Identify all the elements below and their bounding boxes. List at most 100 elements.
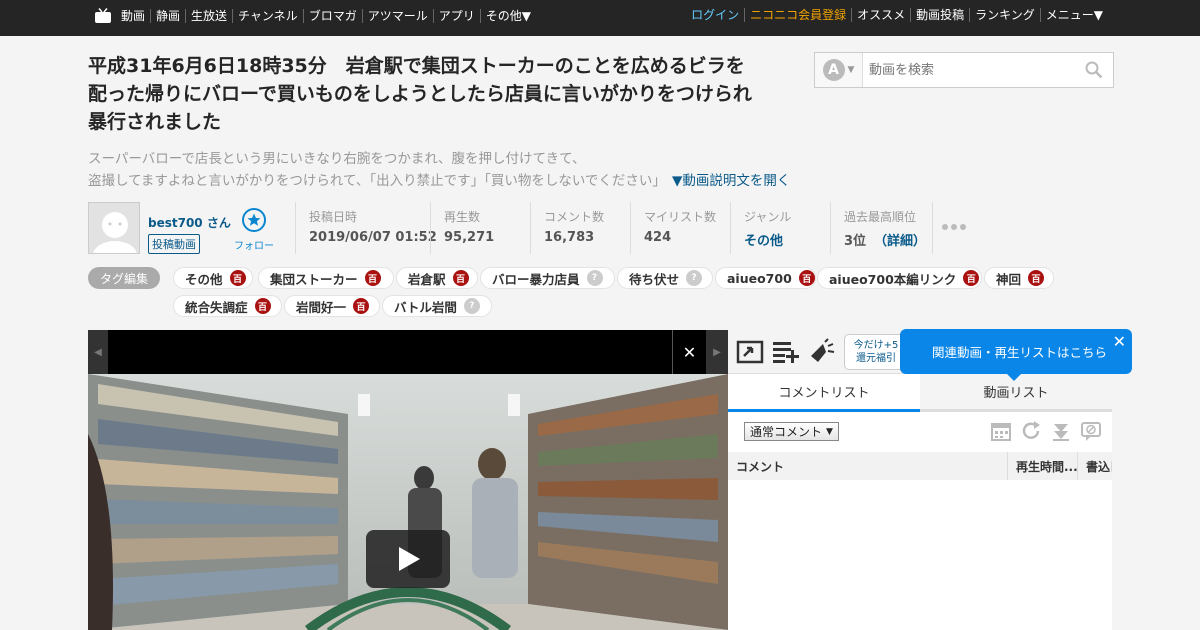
owner-videos-link[interactable]: 投稿動画	[148, 234, 200, 254]
rank-detail-link[interactable]: （詳細）	[874, 234, 926, 249]
tag-item[interactable]: バトル岩間?	[382, 295, 492, 317]
default-avatar-icon	[89, 203, 139, 253]
col-playtime[interactable]: 再生時間...	[1008, 452, 1078, 480]
open-description-link[interactable]: ▼動画説明文を開く	[672, 170, 790, 192]
avatar[interactable]	[88, 202, 140, 254]
tag-item[interactable]: 岩間好一百	[284, 295, 380, 317]
rank-label: 過去最高順位	[844, 210, 917, 224]
play-button[interactable]	[366, 530, 450, 588]
add-mylist-icon[interactable]	[772, 338, 800, 364]
tag-lock-icon: 百	[229, 270, 246, 286]
nav-menu[interactable]: メニュー▼	[1039, 8, 1108, 22]
nav-upload[interactable]: 動画投稿	[910, 8, 969, 22]
autoscroll-icon[interactable]	[1050, 420, 1072, 442]
tag-help-icon: ?	[686, 270, 703, 286]
search-input[interactable]	[863, 55, 1073, 85]
stat-mylist: マイリスト数 424	[630, 202, 730, 254]
tag-label: その他	[185, 271, 223, 287]
description-line-1: スーパーバローで店長という男にいきなり右腕をつかまれ、腹を押し付けてきて、	[88, 151, 586, 167]
calendar-icon[interactable]	[990, 420, 1012, 442]
description-line-2-row: 盗撮してますよねと言いがかりをつけられて、「出入り禁止です」「買い物をしないでく…	[88, 170, 798, 192]
nav-live[interactable]: 生放送	[185, 9, 232, 23]
tooltip-close-icon[interactable]: ✕	[1113, 332, 1126, 351]
genre-label: ジャンル	[744, 210, 792, 224]
tag-item[interactable]: バロー暴力店員?	[480, 267, 615, 289]
tag-help-icon: ?	[463, 298, 480, 314]
mylist-label: マイリスト数	[644, 210, 717, 224]
tag-label: 待ち伏せ	[629, 271, 680, 287]
genre-value-link[interactable]: その他	[744, 230, 830, 249]
play-icon	[399, 547, 420, 571]
follow-button[interactable]: フォロー	[234, 208, 274, 252]
watch-later-icon[interactable]	[736, 338, 764, 364]
promo-banner[interactable]: 今だけ+5 還元福引	[844, 334, 908, 370]
prev-arrow-icon[interactable]: ◀	[88, 330, 108, 374]
tooltip-arrow	[1006, 373, 1022, 381]
col-date[interactable]: 書込日時	[1078, 452, 1112, 480]
select-caret-icon: ▼	[826, 426, 833, 437]
nav-channel[interactable]: チャンネル	[232, 9, 303, 23]
tag-label: 集団ストーカー	[270, 271, 358, 287]
nav-ranking[interactable]: ランキング	[969, 8, 1040, 22]
niconico-logo-icon[interactable]	[94, 8, 112, 24]
video-frame[interactable]	[88, 374, 728, 630]
close-icon[interactable]: ✕	[672, 330, 706, 374]
search-icon[interactable]	[1085, 61, 1103, 79]
nav-seiga[interactable]: 静画	[150, 9, 185, 23]
nav-recommend[interactable]: オススメ	[851, 8, 910, 22]
nav-video[interactable]: 動画	[116, 9, 150, 23]
caret-down-icon: ▼	[847, 65, 855, 75]
tag-lock-icon: 百	[963, 270, 980, 286]
video-thumbnail	[88, 374, 728, 630]
share-megaphone-icon[interactable]	[808, 338, 836, 364]
next-arrow-icon[interactable]: ▶	[706, 330, 728, 374]
stat-comments: コメント数 16,783	[530, 202, 630, 254]
more-options-icon[interactable]	[942, 224, 966, 230]
stat-posted: 投稿日時 2019/06/07 01:52	[295, 202, 437, 254]
posted-value: 2019/06/07 01:52	[309, 230, 437, 245]
promo-line-2: 還元福引	[856, 353, 896, 364]
register-link[interactable]: ニコニコ会員登録	[744, 8, 851, 22]
tag-edit-button[interactable]: タグ編集	[88, 267, 160, 289]
promo-line-1: 今だけ+5	[853, 340, 899, 351]
reload-icon[interactable]	[1020, 420, 1042, 442]
tag-item[interactable]: その他百	[173, 267, 253, 289]
search-service-selector[interactable]: A ▼	[815, 53, 863, 87]
comment-hide-icon[interactable]	[1080, 420, 1102, 442]
tag-item[interactable]: 岩倉駅百	[396, 267, 478, 289]
tag-lock-icon: 百	[1028, 270, 1045, 286]
posted-label: 投稿日時	[309, 210, 358, 224]
nav-app[interactable]: アプリ	[432, 9, 480, 23]
nav-blomaga[interactable]: ブロマガ	[302, 9, 362, 23]
tag-label: aiueo700	[727, 270, 792, 286]
tag-item[interactable]: aiueo700本編リンク百	[817, 267, 982, 289]
follow-label: フォロー	[234, 241, 274, 252]
rank-value-row: 3位 （詳細）	[844, 230, 932, 249]
stat-genre: ジャンル その他	[730, 202, 830, 254]
tag-item[interactable]: 待ち伏せ?	[617, 267, 713, 289]
nav-atsumaru[interactable]: アツマール	[361, 9, 433, 23]
owner-name-link[interactable]: best700 さん	[148, 214, 231, 231]
tab-comment-list[interactable]: コメントリスト	[728, 374, 920, 412]
tag-item[interactable]: 統合失調症百	[173, 295, 282, 317]
tag-lock-icon: 百	[798, 270, 815, 286]
navbar-left: 動画 静画 生放送 チャンネル ブロマガ アツマール アプリ その他▼	[94, 8, 536, 24]
video-description: スーパーバローで店長という男にいきなり右腕をつかまれ、腹を押し付けてきて、 盗撮…	[88, 148, 798, 192]
tag-item[interactable]: 集団ストーカー百	[258, 267, 394, 289]
mylist-value: 424	[644, 230, 672, 245]
comment-type-select[interactable]: 通常コメント ▼	[744, 422, 839, 441]
navbar-right: ログイン ニコニコ会員登録 オススメ 動画投稿 ランキング メニュー▼	[686, 8, 1108, 22]
video-player: ◀ ✕ ▶	[88, 330, 728, 630]
tag-help-icon: ?	[586, 270, 603, 286]
stat-rank: 過去最高順位 3位 （詳細）	[830, 202, 933, 254]
nav-others[interactable]: その他▼	[479, 9, 536, 23]
player-top-bar: ◀ ✕ ▶	[88, 330, 728, 374]
tag-label: aiueo700本編リンク	[829, 271, 957, 287]
tag-item[interactable]: 神回百	[984, 267, 1054, 289]
tag-item[interactable]: aiueo700 百	[715, 267, 816, 289]
login-link[interactable]: ログイン	[686, 8, 744, 22]
col-comment[interactable]: コメント	[728, 452, 1008, 480]
tag-label: 岩間好一	[296, 299, 347, 315]
comments-value: 16,783	[544, 230, 595, 245]
tooltip-text: 関連動画・再生リストはこちら	[932, 345, 1108, 360]
